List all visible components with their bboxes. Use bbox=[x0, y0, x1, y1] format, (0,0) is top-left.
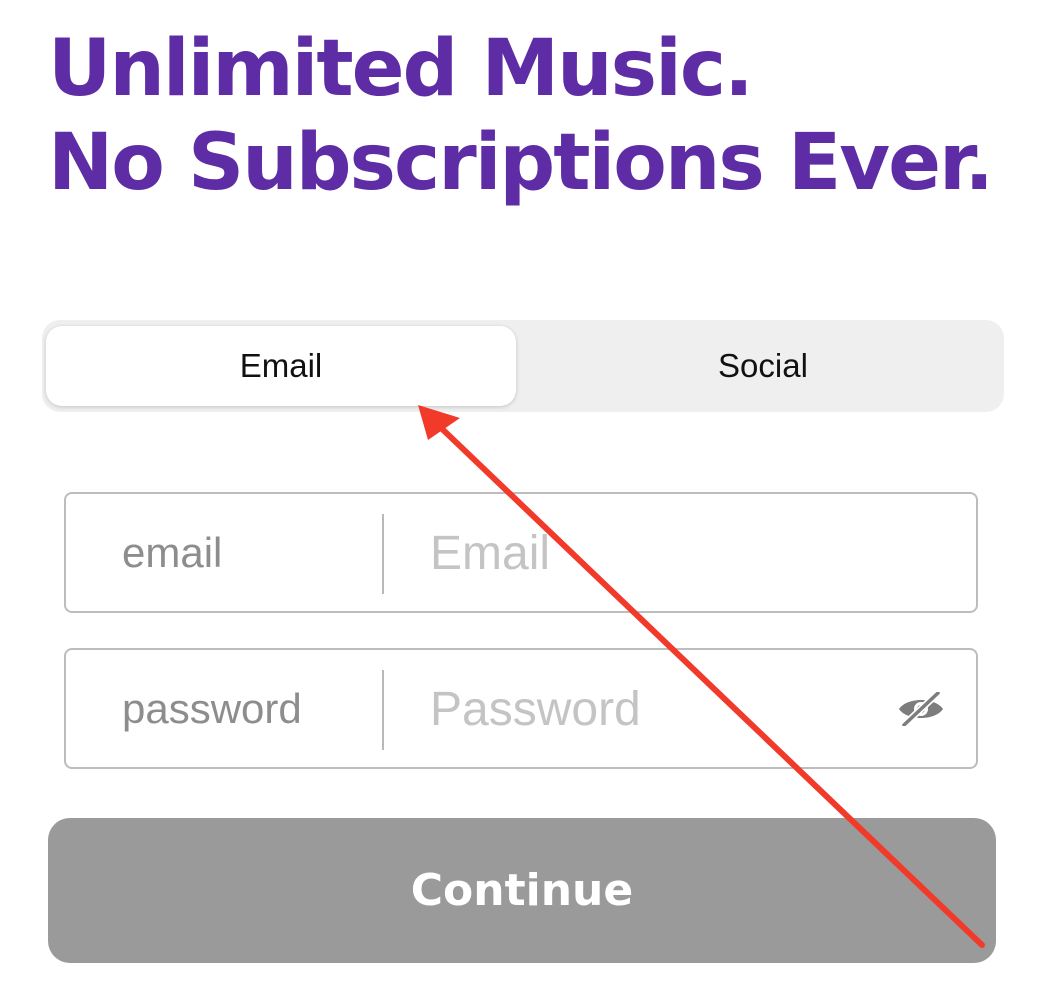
email-field-divider bbox=[382, 514, 384, 594]
login-method-segmented-control: Email Social bbox=[42, 320, 1004, 412]
tab-email[interactable]: Email bbox=[46, 326, 516, 406]
continue-button[interactable]: Continue bbox=[48, 818, 996, 963]
email-field-label: email bbox=[122, 528, 223, 576]
headline: Unlimited Music. No Subscriptions Ever. bbox=[48, 22, 994, 210]
password-field: password bbox=[64, 648, 978, 769]
tab-email-label: Email bbox=[239, 347, 323, 384]
eye-slash-icon[interactable] bbox=[896, 692, 946, 726]
headline-line-1: Unlimited Music. bbox=[48, 24, 754, 114]
headline-line-2: No Subscriptions Ever. bbox=[48, 118, 994, 208]
password-input[interactable] bbox=[430, 664, 900, 754]
email-field: email bbox=[64, 492, 978, 613]
password-field-divider bbox=[382, 670, 384, 750]
password-field-label: password bbox=[122, 684, 302, 732]
tab-social-label: Social bbox=[718, 347, 808, 384]
email-input[interactable] bbox=[430, 508, 900, 598]
tab-social[interactable]: Social bbox=[526, 326, 1000, 406]
